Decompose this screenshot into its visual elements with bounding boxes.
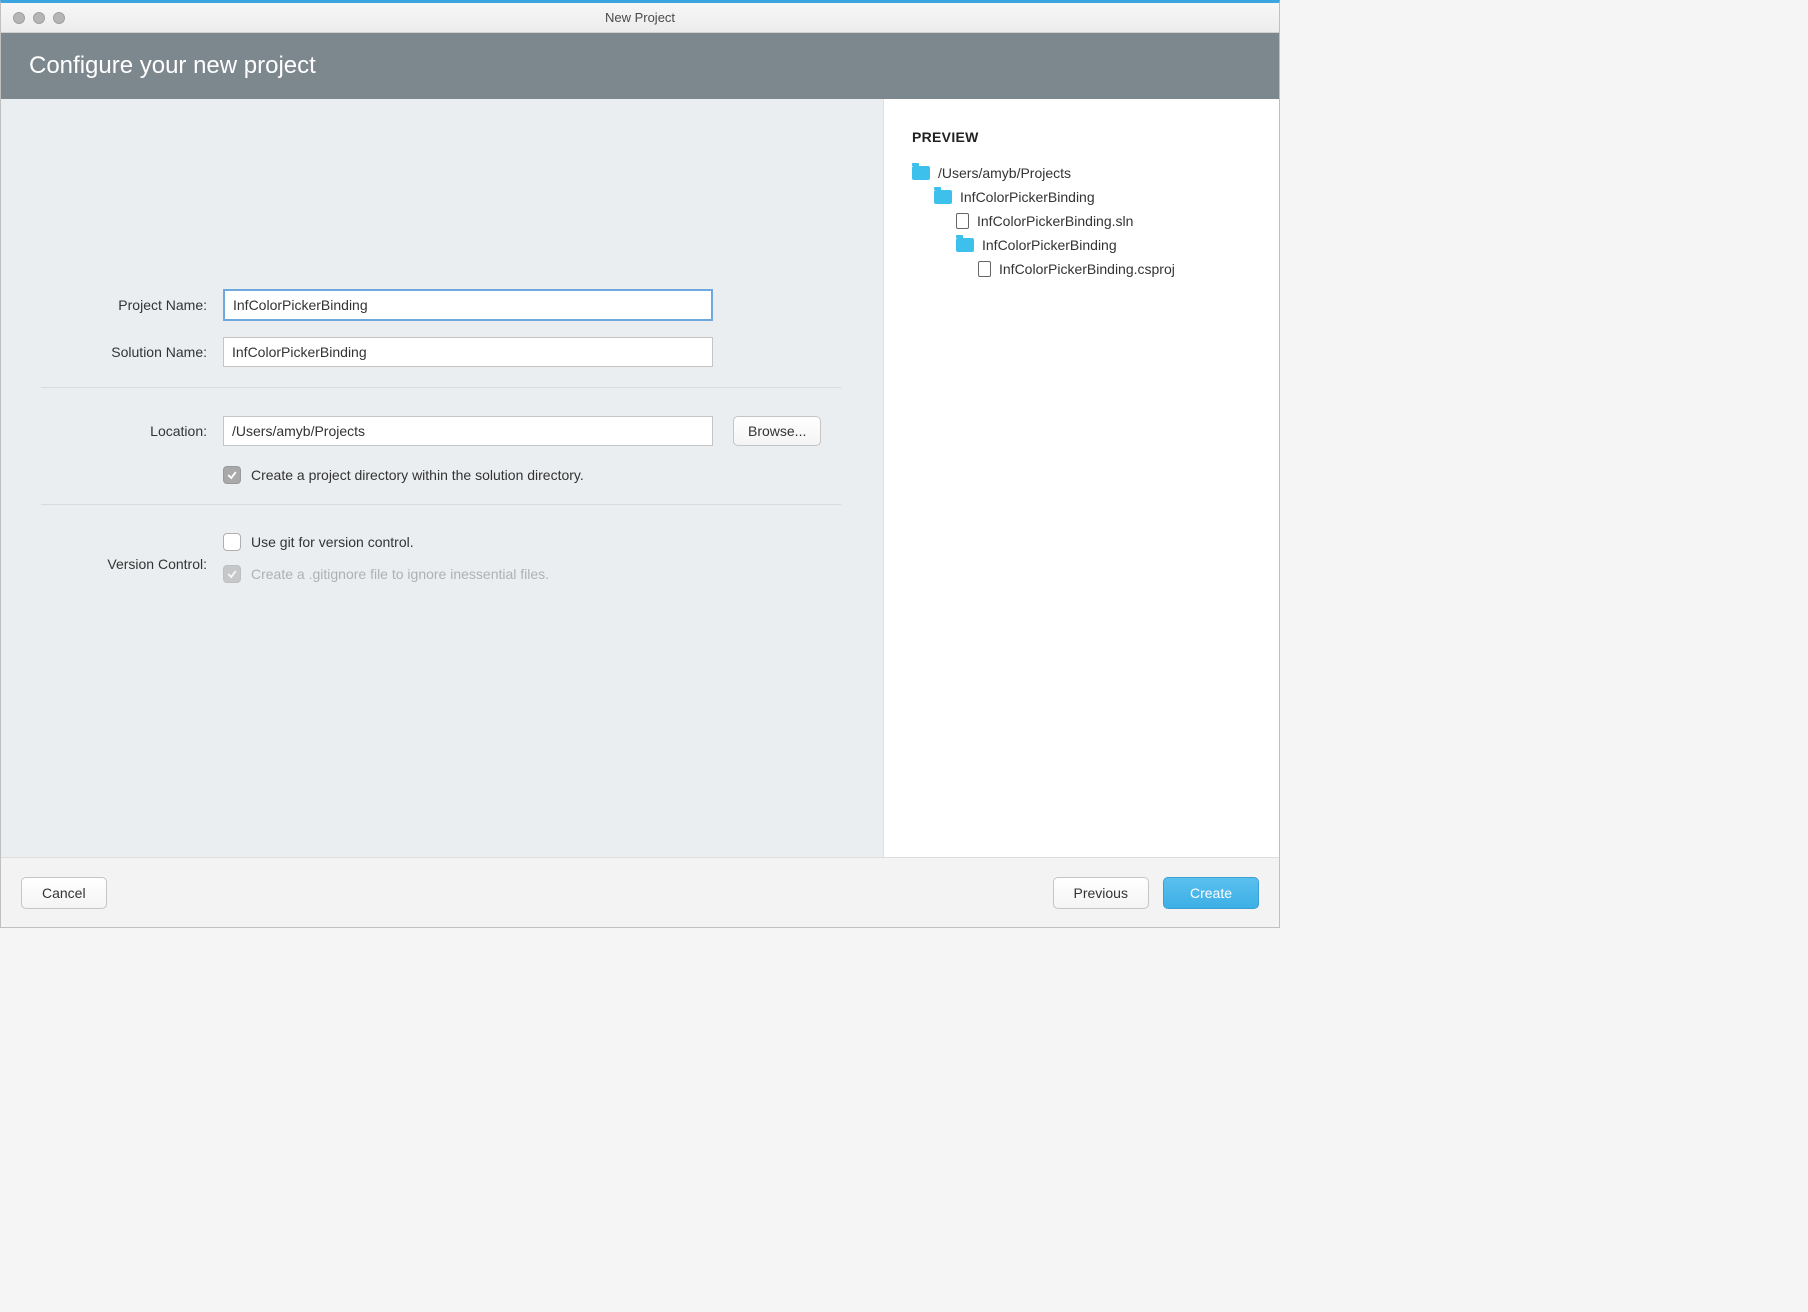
minimize-window-icon[interactable]: [33, 12, 45, 24]
tree-label: InfColorPickerBinding: [960, 189, 1095, 205]
location-label: Location:: [41, 423, 223, 439]
create-button[interactable]: Create: [1163, 877, 1259, 909]
divider: [41, 504, 841, 505]
folder-icon: [912, 166, 930, 180]
form-area: Project Name: Solution Name: Location:: [1, 99, 883, 857]
use-git-label: Use git for version control.: [251, 534, 414, 550]
create-directory-checkbox[interactable]: [223, 466, 241, 484]
checkmark-icon: [226, 568, 238, 580]
use-git-row: Use git for version control.: [223, 533, 841, 551]
location-row: Location: Browse...: [41, 416, 841, 446]
folder-icon: [934, 190, 952, 204]
project-name-label: Project Name:: [41, 297, 223, 313]
use-git-checkbox[interactable]: [223, 533, 241, 551]
traffic-lights: [1, 12, 65, 24]
project-name-row: Project Name:: [41, 289, 841, 321]
divider: [41, 387, 841, 388]
tree-label: /Users/amyb/Projects: [938, 165, 1071, 181]
create-directory-label: Create a project directory within the so…: [251, 467, 584, 483]
cancel-button[interactable]: Cancel: [21, 877, 107, 909]
preview-tree: /Users/amyb/Projects InfColorPickerBindi…: [912, 161, 1251, 281]
page-title: Configure your new project: [29, 52, 316, 79]
window-title: New Project: [1, 10, 1279, 25]
tree-label: InfColorPickerBinding.sln: [977, 213, 1133, 229]
checkmark-icon: [226, 469, 238, 481]
dialog-footer: Cancel Previous Create: [1, 857, 1279, 927]
zoom-window-icon[interactable]: [53, 12, 65, 24]
page-header: Configure your new project: [1, 33, 1279, 99]
browse-button[interactable]: Browse...: [733, 416, 821, 446]
dialog-body: Project Name: Solution Name: Location:: [1, 99, 1279, 857]
create-directory-row: Create a project directory within the so…: [41, 466, 841, 484]
preview-panel: PREVIEW /Users/amyb/Projects InfColorPic…: [883, 99, 1279, 857]
tree-label: InfColorPickerBinding: [982, 237, 1117, 253]
folder-icon: [956, 238, 974, 252]
tree-item: InfColorPickerBinding: [912, 233, 1251, 257]
previous-button[interactable]: Previous: [1053, 877, 1149, 909]
tree-item: /Users/amyb/Projects: [912, 161, 1251, 185]
tree-item: InfColorPickerBinding.csproj: [912, 257, 1251, 281]
version-control-row: Version Control: Use git for version con…: [41, 533, 841, 595]
gitignore-row: Create a .gitignore file to ignore iness…: [223, 565, 841, 583]
solution-name-label: Solution Name:: [41, 344, 223, 360]
tree-item: InfColorPickerBinding: [912, 185, 1251, 209]
gitignore-label: Create a .gitignore file to ignore iness…: [251, 566, 549, 582]
file-icon: [978, 261, 991, 277]
project-name-input[interactable]: [223, 289, 713, 321]
preview-title: PREVIEW: [912, 129, 1251, 145]
file-icon: [956, 213, 969, 229]
new-project-window: New Project Configure your new project P…: [0, 0, 1280, 928]
version-control-label: Version Control:: [41, 556, 223, 572]
solution-name-input[interactable]: [223, 337, 713, 367]
gitignore-checkbox: [223, 565, 241, 583]
tree-label: InfColorPickerBinding.csproj: [999, 261, 1175, 277]
tree-item: InfColorPickerBinding.sln: [912, 209, 1251, 233]
titlebar: New Project: [1, 3, 1279, 33]
location-input[interactable]: [223, 416, 713, 446]
close-window-icon[interactable]: [13, 12, 25, 24]
solution-name-row: Solution Name:: [41, 337, 841, 367]
